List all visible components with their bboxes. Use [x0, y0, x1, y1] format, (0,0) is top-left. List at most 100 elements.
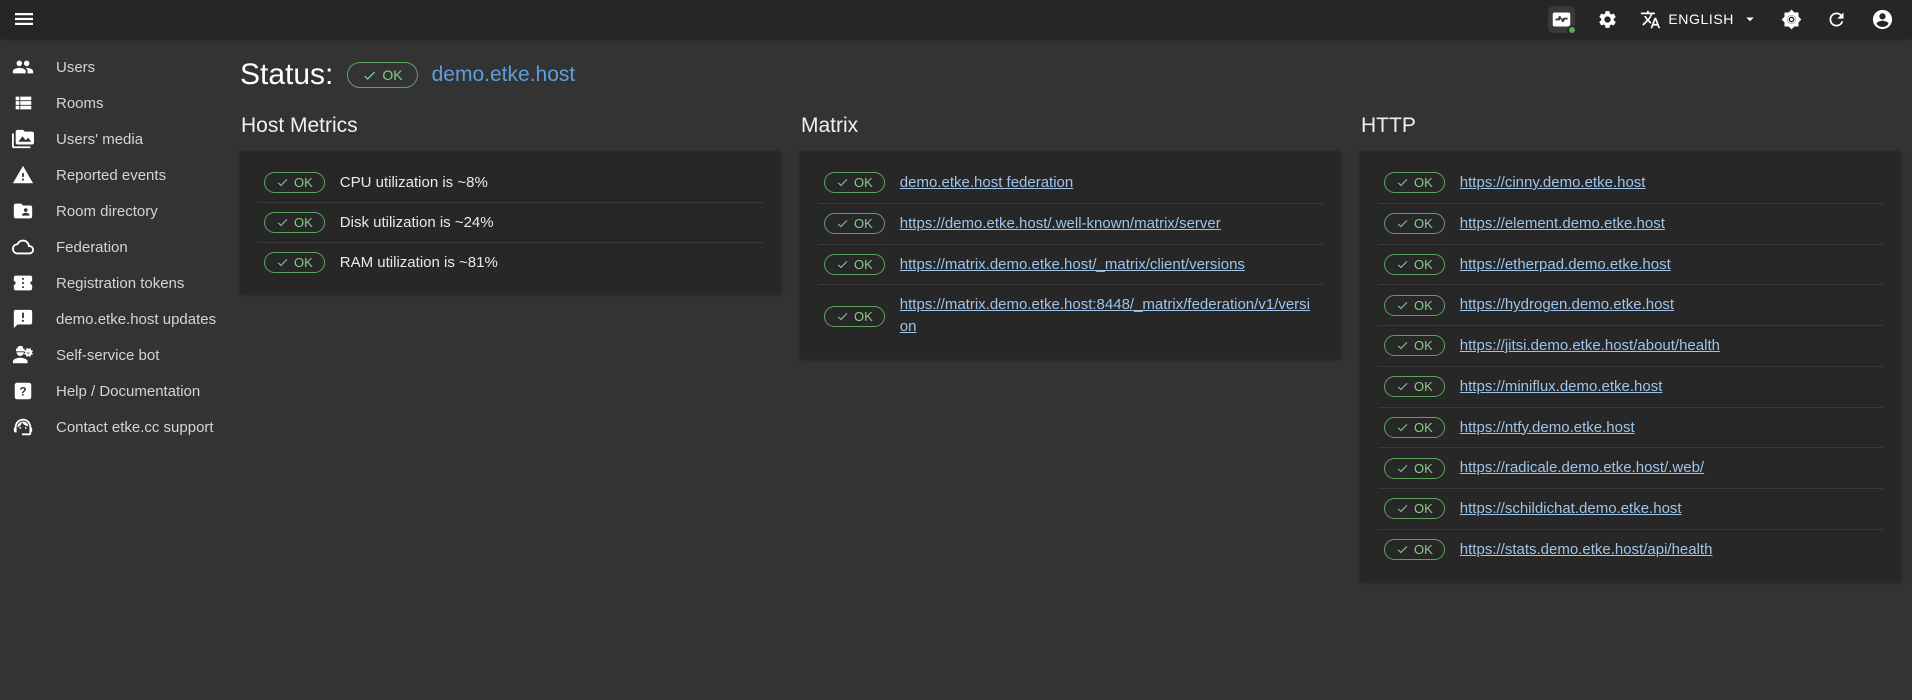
- check-row: OK https://cinny.demo.etke.host: [1378, 163, 1883, 204]
- ok-badge: OK: [1384, 458, 1445, 479]
- check-row: OK https://matrix.demo.etke.host:8448/_m…: [818, 285, 1323, 347]
- host-metrics-card: OK CPU utilization is ~8% OK Disk utiliz…: [240, 151, 781, 294]
- check-row: OK https://radicale.demo.etke.host/.web/: [1378, 448, 1883, 489]
- brightness-icon[interactable]: [1779, 7, 1804, 32]
- topbar: ENGLISH: [0, 0, 1912, 38]
- cloud-icon: [12, 236, 34, 258]
- ok-badge: OK: [824, 306, 885, 327]
- check-link[interactable]: https://element.demo.etke.host: [1460, 213, 1665, 235]
- ok-badge: OK: [1384, 295, 1445, 316]
- sidebar-item-help-documentation[interactable]: ? Help / Documentation: [0, 373, 240, 409]
- svg-text:?: ?: [19, 385, 26, 399]
- ok-badge: OK: [264, 212, 325, 233]
- sidebar-item-label: Users' media: [56, 131, 143, 148]
- http-card: OK https://cinny.demo.etke.host OK https…: [1360, 151, 1901, 582]
- check-link[interactable]: https://matrix.demo.etke.host:8448/_matr…: [900, 294, 1317, 338]
- check-row: OK https://matrix.demo.etke.host/_matrix…: [818, 245, 1323, 286]
- help-icon: ?: [12, 380, 34, 402]
- sidebar-item-room-directory[interactable]: Room directory: [0, 193, 240, 229]
- ok-badge: OK: [824, 172, 885, 193]
- folder-shared-icon: [12, 200, 34, 222]
- language-selector[interactable]: ENGLISH: [1640, 9, 1759, 30]
- check-link[interactable]: https://ntfy.demo.etke.host: [1460, 417, 1635, 439]
- domain-link[interactable]: demo.etke.host: [432, 63, 576, 87]
- check-link[interactable]: https://demo.etke.host/.well-known/matri…: [900, 213, 1221, 235]
- check-link[interactable]: https://stats.demo.etke.host/api/health: [1460, 539, 1713, 561]
- metric-text: Disk utilization is ~24%: [340, 214, 494, 231]
- status-columns: Host Metrics OK CPU utilization is ~8% O…: [240, 114, 1901, 582]
- check-icon: [362, 68, 377, 83]
- check-icon: [1396, 543, 1409, 556]
- sidebar-item-host-updates[interactable]: demo.etke.host updates: [0, 301, 240, 337]
- check-row: OK https://demo.etke.host/.well-known/ma…: [818, 204, 1323, 245]
- check-icon: [1396, 380, 1409, 393]
- sidebar-item-reported-events[interactable]: Reported events: [0, 157, 240, 193]
- sidebar-item-label: Users: [56, 59, 95, 76]
- check-icon: [276, 176, 289, 189]
- chevron-down-icon: [1741, 10, 1759, 28]
- hamburger-menu-icon[interactable]: [10, 5, 38, 33]
- account-icon[interactable]: [1869, 6, 1896, 33]
- check-icon: [1396, 462, 1409, 475]
- ok-badge: OK: [1384, 335, 1445, 356]
- metric-text: CPU utilization is ~8%: [340, 174, 488, 191]
- sidebar-item-users[interactable]: Users: [0, 49, 240, 85]
- status-ok-badge: OK: [347, 62, 417, 88]
- check-link[interactable]: https://schildichat.demo.etke.host: [1460, 498, 1682, 520]
- check-row: OK https://ntfy.demo.etke.host: [1378, 408, 1883, 449]
- check-icon: [836, 176, 849, 189]
- check-link[interactable]: https://etherpad.demo.etke.host: [1460, 254, 1671, 276]
- users-icon: [12, 56, 34, 78]
- check-link[interactable]: https://matrix.demo.etke.host/_matrix/cl…: [900, 254, 1245, 276]
- check-icon: [1396, 176, 1409, 189]
- sidebar-item-self-service-bot[interactable]: Self-service bot: [0, 337, 240, 373]
- host-metrics-section: Host Metrics OK CPU utilization is ~8% O…: [240, 114, 781, 294]
- check-link[interactable]: demo.etke.host federation: [900, 172, 1073, 194]
- sidebar-item-label: Federation: [56, 239, 128, 256]
- ok-badge: OK: [1384, 498, 1445, 519]
- matrix-card: OK demo.etke.host federation OK https://…: [800, 151, 1341, 359]
- sidebar: Users Rooms Users' media Reported events: [0, 38, 240, 700]
- check-link[interactable]: https://jitsi.demo.etke.host/about/healt…: [1460, 335, 1720, 357]
- rooms-icon: [12, 92, 34, 114]
- media-icon: [12, 128, 34, 150]
- sidebar-item-users-media[interactable]: Users' media: [0, 121, 240, 157]
- check-row: OK https://element.demo.etke.host: [1378, 204, 1883, 245]
- settings-gear-icon[interactable]: [1595, 7, 1620, 32]
- check-link[interactable]: https://radicale.demo.etke.host/.web/: [1460, 457, 1704, 479]
- check-row: OK https://hydrogen.demo.etke.host: [1378, 285, 1883, 326]
- monitor-status-icon[interactable]: [1548, 6, 1575, 33]
- matrix-section: Matrix OK demo.etke.host federation OK h…: [800, 114, 1341, 359]
- section-title-matrix: Matrix: [801, 114, 1341, 138]
- metric-text: RAM utilization is ~81%: [340, 254, 498, 271]
- translate-icon: [1640, 9, 1661, 30]
- sidebar-item-federation[interactable]: Federation: [0, 229, 240, 265]
- page-title: Status:: [240, 58, 333, 92]
- check-icon: [1396, 258, 1409, 271]
- sidebar-item-label: Contact etke.cc support: [56, 419, 214, 436]
- check-icon: [1396, 339, 1409, 352]
- check-icon: [1396, 217, 1409, 230]
- ok-badge: OK: [824, 254, 885, 275]
- check-link[interactable]: https://cinny.demo.etke.host: [1460, 172, 1646, 194]
- check-icon: [1396, 421, 1409, 434]
- check-icon: [276, 256, 289, 269]
- check-link[interactable]: https://hydrogen.demo.etke.host: [1460, 294, 1674, 316]
- section-title-host-metrics: Host Metrics: [241, 114, 781, 138]
- http-section: HTTP OK https://cinny.demo.etke.host OK …: [1360, 114, 1901, 582]
- check-link[interactable]: https://miniflux.demo.etke.host: [1460, 376, 1663, 398]
- sidebar-item-contact-support[interactable]: Contact etke.cc support: [0, 409, 240, 445]
- refresh-icon[interactable]: [1824, 7, 1849, 32]
- sidebar-item-rooms[interactable]: Rooms: [0, 85, 240, 121]
- check-row: OK https://miniflux.demo.etke.host: [1378, 367, 1883, 408]
- check-icon: [1396, 502, 1409, 515]
- check-icon: [836, 258, 849, 271]
- online-status-dot: [1567, 25, 1577, 35]
- sidebar-item-label: demo.etke.host updates: [56, 311, 216, 328]
- ticket-icon: [12, 272, 34, 294]
- sidebar-item-registration-tokens[interactable]: Registration tokens: [0, 265, 240, 301]
- check-row: OK https://jitsi.demo.etke.host/about/he…: [1378, 326, 1883, 367]
- support-agent-icon: [12, 416, 34, 438]
- check-row: OK https://stats.demo.etke.host/api/heal…: [1378, 530, 1883, 570]
- check-row: OK https://etherpad.demo.etke.host: [1378, 245, 1883, 286]
